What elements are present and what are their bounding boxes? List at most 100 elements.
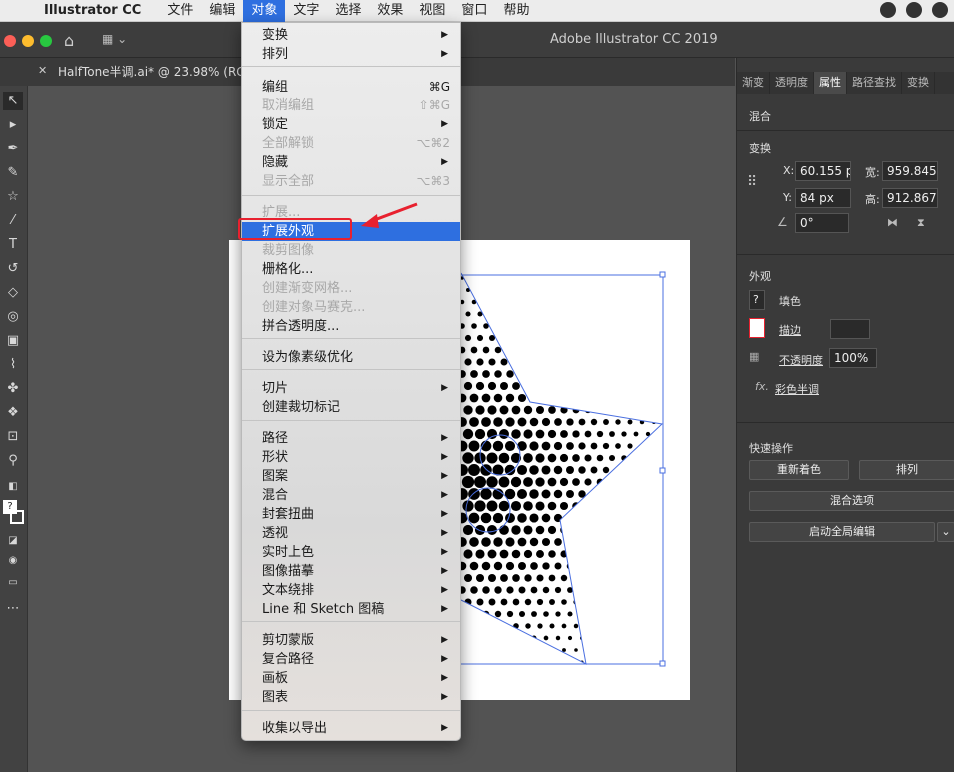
halftone-dot	[498, 500, 510, 512]
recolor-button[interactable]: 重新着色	[749, 460, 849, 480]
menu-item[interactable]: 创建裁切标记	[242, 398, 460, 417]
halftone-dot	[525, 623, 531, 629]
tab-transform[interactable]: 变换	[902, 72, 935, 94]
height-label: 高:	[865, 193, 880, 206]
halftone-dot	[475, 381, 485, 391]
halftone-dot	[615, 563, 621, 569]
halftone-dot	[627, 443, 633, 449]
halftone-dot	[616, 636, 620, 640]
submenu-arrow-icon: ▶	[441, 383, 448, 393]
halftone-dot	[627, 467, 633, 473]
menu-item[interactable]: Line 和 Sketch 图稿 ▶	[242, 600, 460, 619]
halftone-dot	[634, 600, 638, 604]
halftone-dot	[529, 417, 539, 427]
stroke-label[interactable]: 描边	[779, 322, 801, 338]
halftone-dot	[633, 479, 639, 485]
tab-transparency[interactable]: 透明度	[770, 72, 814, 94]
bbox-handle[interactable]	[659, 660, 666, 667]
arrange-button[interactable]: 排列	[859, 460, 954, 480]
halftone-dot	[550, 288, 554, 292]
flip-horizontal-icon[interactable]: ⧓	[887, 216, 898, 229]
menu-item[interactable]: 透视 ▶	[242, 524, 460, 543]
halftone-dot	[500, 382, 508, 390]
halftone-dot	[531, 299, 537, 305]
menu-item[interactable]: 拼合透明度...	[242, 317, 460, 336]
menu-item[interactable]: 混合 ▶	[242, 486, 460, 505]
menu-item: 取消编组 ⇧⌘G	[242, 96, 460, 115]
halftone-dot	[505, 417, 515, 427]
halftone-dot	[579, 347, 585, 353]
halftone-dot	[615, 371, 621, 377]
halftone-dot	[590, 442, 598, 450]
halftone-dot	[501, 647, 507, 653]
halftone-dot	[634, 312, 638, 316]
blend-options-button[interactable]: 混合选项	[749, 491, 954, 511]
halftone-dot	[622, 336, 626, 340]
menu-item[interactable]: 文本绕排 ▶	[242, 581, 460, 600]
halftone-effect-link[interactable]: 彩色半调	[775, 381, 819, 397]
menu-item[interactable]: 收集以导出 ▶	[242, 719, 460, 738]
menu-item[interactable]: 复合路径 ▶	[242, 650, 460, 669]
menu-item[interactable]: 剪切蒙版 ▶	[242, 631, 460, 650]
width-field[interactable]: 959.845	[882, 161, 938, 181]
angle-icon: ∠	[777, 215, 788, 229]
menu-item-label: 透视	[262, 526, 289, 541]
tab-properties[interactable]: 属性	[814, 72, 847, 94]
menu-separator	[242, 195, 460, 196]
halftone-dot	[549, 311, 555, 317]
stroke-swatch[interactable]	[749, 318, 765, 338]
menu-item[interactable]: 排列 ▶	[242, 45, 460, 64]
menu-item[interactable]: 栅格化...	[242, 260, 460, 279]
menu-item-label: 取消编组	[262, 98, 315, 113]
menu-item[interactable]: 封套扭曲 ▶	[242, 505, 460, 524]
halftone-dot	[494, 346, 502, 354]
flip-vertical-icon[interactable]: ⧗	[917, 216, 925, 230]
halftone-dot	[501, 311, 507, 317]
halftone-dot	[627, 395, 633, 401]
fx-label[interactable]: fx.	[755, 380, 769, 393]
halftone-dot	[572, 430, 580, 438]
halftone-dot	[519, 635, 525, 641]
menu-item[interactable]: 图案 ▶	[242, 467, 460, 486]
halftone-dot	[659, 289, 661, 291]
menu-item[interactable]: 画板 ▶	[242, 669, 460, 688]
tab-gradient[interactable]: 渐变	[737, 72, 770, 94]
menu-item[interactable]: 隐藏 ▶	[242, 153, 460, 172]
fill-swatch[interactable]: ?	[749, 290, 765, 310]
tab-pathfinder[interactable]: 路径查找	[847, 72, 902, 94]
menu-item[interactable]: 设为像素级优化	[242, 348, 460, 367]
global-edit-button[interactable]: 启动全局编辑	[749, 522, 935, 542]
menu-item[interactable]: 图像描摹 ▶	[242, 562, 460, 581]
submenu-arrow-icon: ▶	[441, 635, 448, 645]
menu-item[interactable]: 图表 ▶	[242, 688, 460, 707]
stroke-weight-field[interactable]	[830, 319, 870, 339]
reference-point-icon[interactable]: ⠿	[747, 174, 757, 190]
menu-item-label: 形状	[262, 450, 289, 465]
height-field[interactable]: 912.867	[882, 188, 938, 208]
opacity-field[interactable]: 100%	[829, 348, 877, 368]
bbox-handle[interactable]	[659, 467, 666, 474]
menu-item[interactable]: 变换 ▶	[242, 26, 460, 45]
halftone-dot	[520, 276, 524, 280]
opacity-label[interactable]: 不透明度	[779, 352, 823, 368]
halftone-dot	[500, 598, 508, 606]
menu-item[interactable]: 切片 ▶	[242, 379, 460, 398]
halftone-dot	[500, 358, 508, 366]
bbox-handle[interactable]	[659, 271, 666, 278]
quick-actions-label: 快速操作	[749, 442, 793, 455]
menu-item[interactable]: 形状 ▶	[242, 448, 460, 467]
halftone-dot	[468, 440, 480, 452]
menu-item[interactable]: 锁定 ▶	[242, 115, 460, 134]
halftone-dot	[658, 360, 662, 364]
halftone-dot	[578, 466, 586, 474]
menu-item[interactable]: 实时上色 ▶	[242, 543, 460, 562]
halftone-dot	[482, 346, 490, 354]
global-edit-dropdown[interactable]: ⌄	[937, 522, 954, 542]
menu-item[interactable]: 路径 ▶	[242, 429, 460, 448]
halftone-dot	[523, 477, 533, 487]
x-field[interactable]: 60.155 p	[795, 161, 851, 181]
menu-item[interactable]: 编组 ⌘G	[242, 78, 460, 97]
rotate-angle-field[interactable]: 0°	[795, 213, 849, 233]
halftone-dot	[628, 372, 632, 376]
y-field[interactable]: 84 px	[795, 188, 851, 208]
